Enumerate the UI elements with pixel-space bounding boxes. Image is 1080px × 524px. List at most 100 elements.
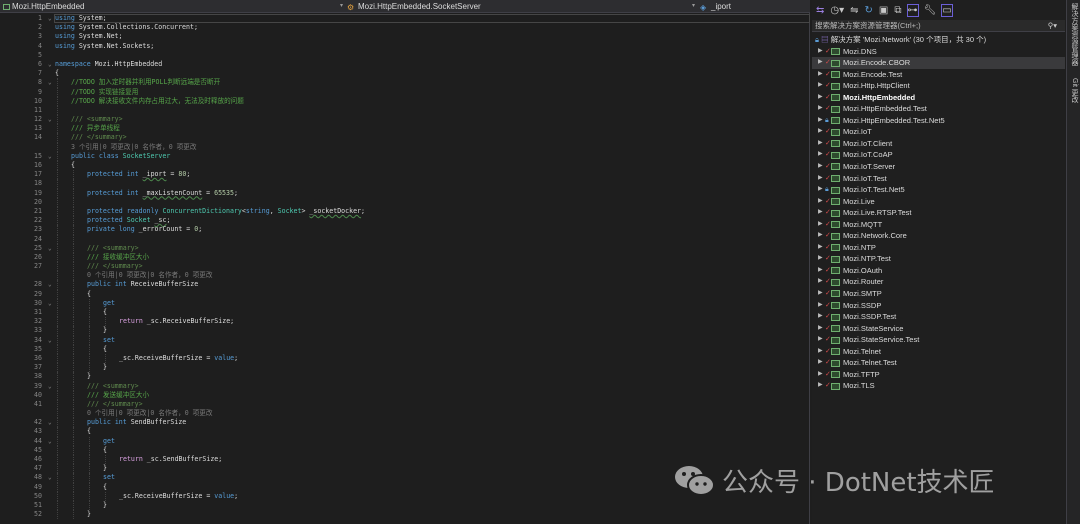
code-line[interactable]: 0 个引用|0 项更改|0 名作者，0 项更改: [0, 271, 810, 281]
expand-arrow-icon[interactable]: ▶: [818, 230, 823, 242]
expand-arrow-icon[interactable]: ▶: [818, 161, 823, 173]
properties-icon[interactable]: 🔧︎: [924, 5, 937, 16]
code-line[interactable]: 42 ⌄ public int SendBufferSize: [0, 418, 810, 428]
project-item[interactable]: ▶ ✓ Mozi.Live: [812, 196, 1065, 208]
fold-chevron-icon[interactable]: ⌄: [48, 382, 52, 391]
code-line[interactable]: 1 ⌄ using System;: [0, 14, 810, 24]
tab-git-changes[interactable]: Git 更改: [1067, 75, 1080, 106]
fold-chevron-icon[interactable]: ⌄: [48, 336, 52, 345]
expand-arrow-icon[interactable]: ▶: [818, 103, 823, 115]
code-line[interactable]: 15 ⌄ public class SocketServer: [0, 151, 810, 161]
project-item[interactable]: ▶ ✓ Mozi.StateService: [812, 323, 1065, 335]
filter-icon[interactable]: ⊶: [906, 3, 919, 17]
project-item[interactable]: ▶ ✓ Mozi.SMTP: [812, 288, 1065, 300]
expand-arrow-icon[interactable]: ▶: [818, 288, 823, 300]
solution-root[interactable]: 🔒︎ ▤ 解决方案 'Mozi.Network' (30 个项目，共 30 个): [812, 34, 1065, 46]
code-line[interactable]: 11: [0, 105, 810, 116]
code-line[interactable]: 14 /// </summary>: [0, 133, 810, 143]
expand-arrow-icon[interactable]: ▶: [818, 126, 823, 138]
project-item[interactable]: ▶ ✓ Mozi.IoT.Test: [812, 173, 1065, 185]
project-item[interactable]: ▶ ✓ Mozi.IoT.CoAP: [812, 149, 1065, 161]
project-item[interactable]: ▶ ✓ Mozi.HttpEmbedded: [812, 92, 1065, 104]
code-line[interactable]: 52}: [0, 510, 810, 520]
code-line[interactable]: 41 /// </summary>: [0, 399, 810, 410]
code-line[interactable]: 45 {: [0, 445, 810, 455]
expand-arrow-icon[interactable]: ▶: [818, 334, 823, 346]
expand-arrow-icon[interactable]: ▶: [818, 207, 823, 219]
project-item[interactable]: ▶ ✓ Mozi.SSDP: [812, 300, 1065, 312]
project-item[interactable]: ▶ ✓ Mozi.OAuth: [812, 265, 1065, 277]
expand-arrow-icon[interactable]: ▶: [818, 184, 823, 196]
code-line[interactable]: 27 /// </summary>: [0, 262, 810, 272]
fold-chevron-icon[interactable]: ⌄: [48, 280, 52, 289]
project-item[interactable]: ▶ ✓ Mozi.Encode.Test: [812, 69, 1065, 81]
code-line[interactable]: 9 //TODO 实现链接复用: [0, 87, 810, 97]
project-item[interactable]: ▶ ✓ Mozi.Encode.CBOR: [812, 57, 1065, 69]
code-line[interactable]: 33}: [0, 326, 810, 336]
code-line[interactable]: 3 个引用|0 项更改|0 名作者，0 项更改: [0, 142, 810, 152]
fold-chevron-icon[interactable]: ⌄: [48, 418, 52, 427]
code-line[interactable]: 40 /// 发送缓冲区大小: [0, 390, 810, 400]
code-line[interactable]: 16 {: [0, 161, 810, 171]
expand-arrow-icon[interactable]: ▶: [818, 357, 823, 369]
switch-views-icon[interactable]: ⇆: [816, 5, 824, 16]
code-line[interactable]: 37}: [0, 363, 810, 373]
code-line[interactable]: 30 ⌄ get: [0, 298, 810, 308]
project-item[interactable]: ▶ ✓ Mozi.DNS: [812, 46, 1065, 58]
refresh-icon[interactable]: ↻: [865, 5, 873, 16]
code-line[interactable]: 3 using System.Net;: [0, 32, 810, 41]
project-item[interactable]: ▶ ✓ Mozi.Router: [812, 276, 1065, 288]
code-line[interactable]: 0 个引用|0 项更改|0 名作者，0 项更改: [0, 409, 810, 419]
project-item[interactable]: ▶ ✓ Mozi.IoT.Client: [812, 138, 1065, 150]
fold-chevron-icon[interactable]: ⌄: [48, 78, 52, 87]
expand-arrow-icon[interactable]: ▶: [818, 138, 823, 150]
expand-arrow-icon[interactable]: ▶: [818, 276, 823, 288]
code-line[interactable]: 10 //TODO 解决接收文件内存占用过大，无法及时释放的问题: [0, 96, 810, 106]
expand-arrow-icon[interactable]: ▶: [818, 311, 823, 323]
project-item[interactable]: ▶ ✓ Mozi.Live.RTSP.Test: [812, 207, 1065, 219]
code-line[interactable]: 25 ⌄ /// <summary>: [0, 243, 810, 253]
code-line[interactable]: 23 private long _errorCount = 0;: [0, 225, 810, 235]
expand-arrow-icon[interactable]: ▶: [818, 323, 823, 335]
code-line[interactable]: 36 _sc.ReceiveBufferSize = value;: [0, 353, 810, 364]
code-editor[interactable]: Mozi.HttpEmbedded ▾ ⚙ Mozi.HttpEmbedded.S…: [0, 0, 810, 524]
project-item[interactable]: ▶ ✓ Mozi.SSDP.Test: [812, 311, 1065, 323]
expand-arrow-icon[interactable]: ▶: [818, 115, 823, 127]
fold-chevron-icon[interactable]: ⌄: [48, 244, 52, 253]
code-line[interactable]: 18: [0, 179, 810, 189]
code-line[interactable]: 35 {: [0, 344, 810, 354]
code-line[interactable]: 39 ⌄ /// <summary>: [0, 381, 810, 391]
expand-arrow-icon[interactable]: ▶: [818, 92, 823, 104]
project-item[interactable]: ▶ ✓ Mozi.StateService.Test: [812, 334, 1065, 346]
fold-chevron-icon[interactable]: ⌄: [48, 14, 52, 23]
code-line[interactable]: 28 ⌄ public int ReceiveBufferSize: [0, 280, 810, 290]
expand-arrow-icon[interactable]: ▶: [818, 253, 823, 265]
project-item[interactable]: ▶ ✓ Mozi.IoT: [812, 126, 1065, 138]
search-icon[interactable]: ⚲▾: [1048, 20, 1057, 32]
fold-chevron-icon[interactable]: ⌄: [48, 152, 52, 161]
expand-arrow-icon[interactable]: ▶: [818, 173, 823, 185]
project-item[interactable]: ▶ ✓ Mozi.NTP.Test: [812, 253, 1065, 265]
history-icon[interactable]: ◷▾: [830, 5, 844, 16]
code-line[interactable]: 44 ⌄ get: [0, 436, 810, 446]
code-line[interactable]: 2 using System.Collections.Concurrent;: [0, 23, 810, 32]
sync-icon[interactable]: ⇋: [850, 5, 858, 16]
fold-chevron-icon[interactable]: ⌄: [48, 60, 52, 69]
code-line[interactable]: 13 /// 异步单线程: [0, 124, 810, 134]
project-dropdown[interactable]: Mozi.HttpEmbedded: [3, 0, 84, 13]
expand-arrow-icon[interactable]: ▶: [818, 369, 823, 381]
code-line[interactable]: 29 {: [0, 289, 810, 299]
chevron-down-icon[interactable]: ▾: [340, 0, 343, 13]
code-line[interactable]: 20: [0, 197, 810, 207]
project-item[interactable]: ▶ 🔒︎ Mozi.IoT.Test.Net5: [812, 184, 1065, 196]
code-line[interactable]: 7{: [0, 69, 810, 78]
project-item[interactable]: ▶ ✓ Mozi.TLS: [812, 380, 1065, 392]
project-item[interactable]: ▶ ✓ Mozi.Http.HttpClient: [812, 80, 1065, 92]
expand-arrow-icon[interactable]: ▶: [818, 69, 823, 81]
member-dropdown[interactable]: ◈ _iport: [700, 0, 731, 13]
code-line[interactable]: 32 return _sc.ReceiveBufferSize;: [0, 317, 810, 327]
code-line[interactable]: 5: [0, 51, 810, 60]
expand-arrow-icon[interactable]: ▶: [818, 380, 823, 392]
fold-chevron-icon[interactable]: ⌄: [48, 437, 52, 446]
code-line[interactable]: 26 /// 接收缓冲区大小: [0, 252, 810, 263]
